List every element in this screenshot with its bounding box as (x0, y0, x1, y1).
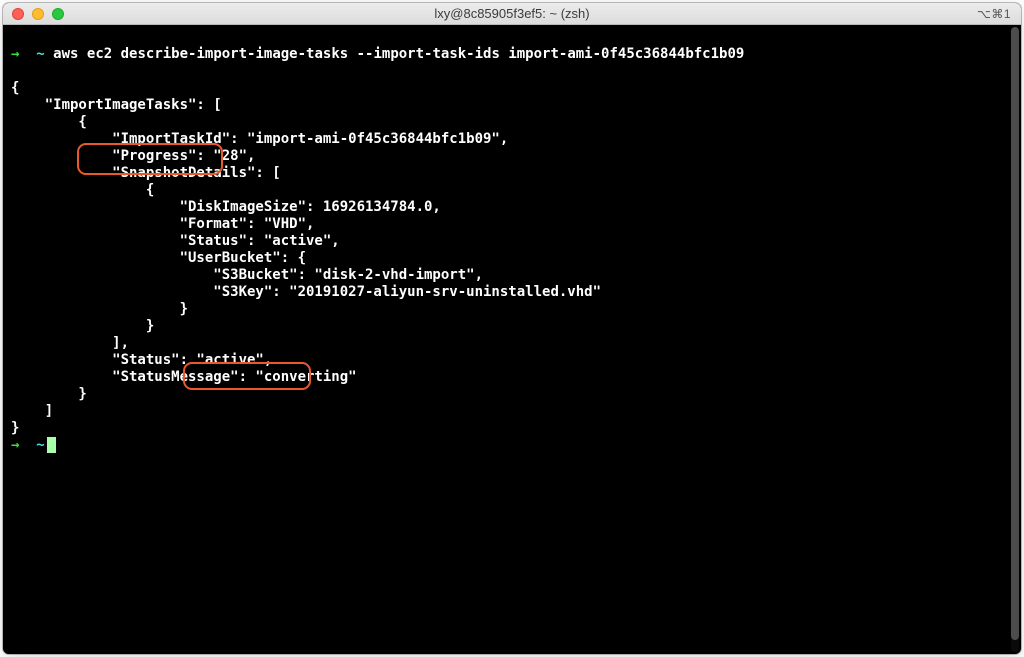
output-line: } (11, 318, 154, 334)
prompt-arrow-icon: → (11, 437, 19, 453)
prompt-tilde: ~ (36, 46, 44, 62)
scrollbar-thumb[interactable] (1011, 27, 1019, 640)
output-line: "DiskImageSize": 16926134784.0, (11, 199, 441, 215)
scrollbar[interactable] (1011, 27, 1019, 652)
window-title: lxy@8c85905f3ef5: ~ (zsh) (3, 6, 1021, 21)
maximize-icon[interactable] (52, 8, 64, 20)
output-line: "Format": "VHD", (11, 216, 314, 232)
output-line: } (11, 301, 188, 317)
prompt-tilde: ~ (36, 437, 44, 453)
output-line: "UserBucket": { (11, 250, 306, 266)
minimize-icon[interactable] (32, 8, 44, 20)
terminal-window: lxy@8c85905f3ef5: ~ (zsh) ⌥⌘1 → ~ aws ec… (3, 3, 1021, 654)
output-line: "S3Bucket": "disk-2-vhd-import", (11, 267, 483, 283)
output-line: "StatusMessage": "converting" (11, 369, 357, 385)
output-line: "ImportTaskId": "import-ami-0f45c36844bf… (11, 131, 508, 147)
output-line: "ImportImageTasks": [ (11, 97, 222, 113)
titlebar: lxy@8c85905f3ef5: ~ (zsh) ⌥⌘1 (3, 3, 1021, 25)
output-line: { (11, 182, 154, 198)
prompt-arrow-icon: → (11, 46, 19, 62)
output-line: } (11, 420, 19, 436)
terminal-content: → ~ aws ec2 describe-import-image-tasks … (11, 29, 1007, 648)
cursor (47, 437, 56, 453)
traffic-lights (3, 8, 64, 20)
output-line: { (11, 80, 19, 96)
output-line: { (11, 114, 87, 130)
output-line: "Progress": "28", (11, 148, 255, 164)
output-line: ] (11, 403, 53, 419)
close-icon[interactable] (12, 8, 24, 20)
command-line: aws ec2 describe-import-image-tasks --im… (53, 46, 744, 62)
output-line: } (11, 386, 87, 402)
terminal-area[interactable]: → ~ aws ec2 describe-import-image-tasks … (3, 25, 1021, 654)
output-line: "Status": "active", (11, 352, 272, 368)
output-line: ], (11, 335, 129, 351)
output-line: "S3Key": "20191027-aliyun-srv-uninstalle… (11, 284, 601, 300)
output-line: "SnapshotDetails": [ (11, 165, 281, 181)
window-shortcut: ⌥⌘1 (977, 7, 1021, 21)
output-line: "Status": "active", (11, 233, 340, 249)
